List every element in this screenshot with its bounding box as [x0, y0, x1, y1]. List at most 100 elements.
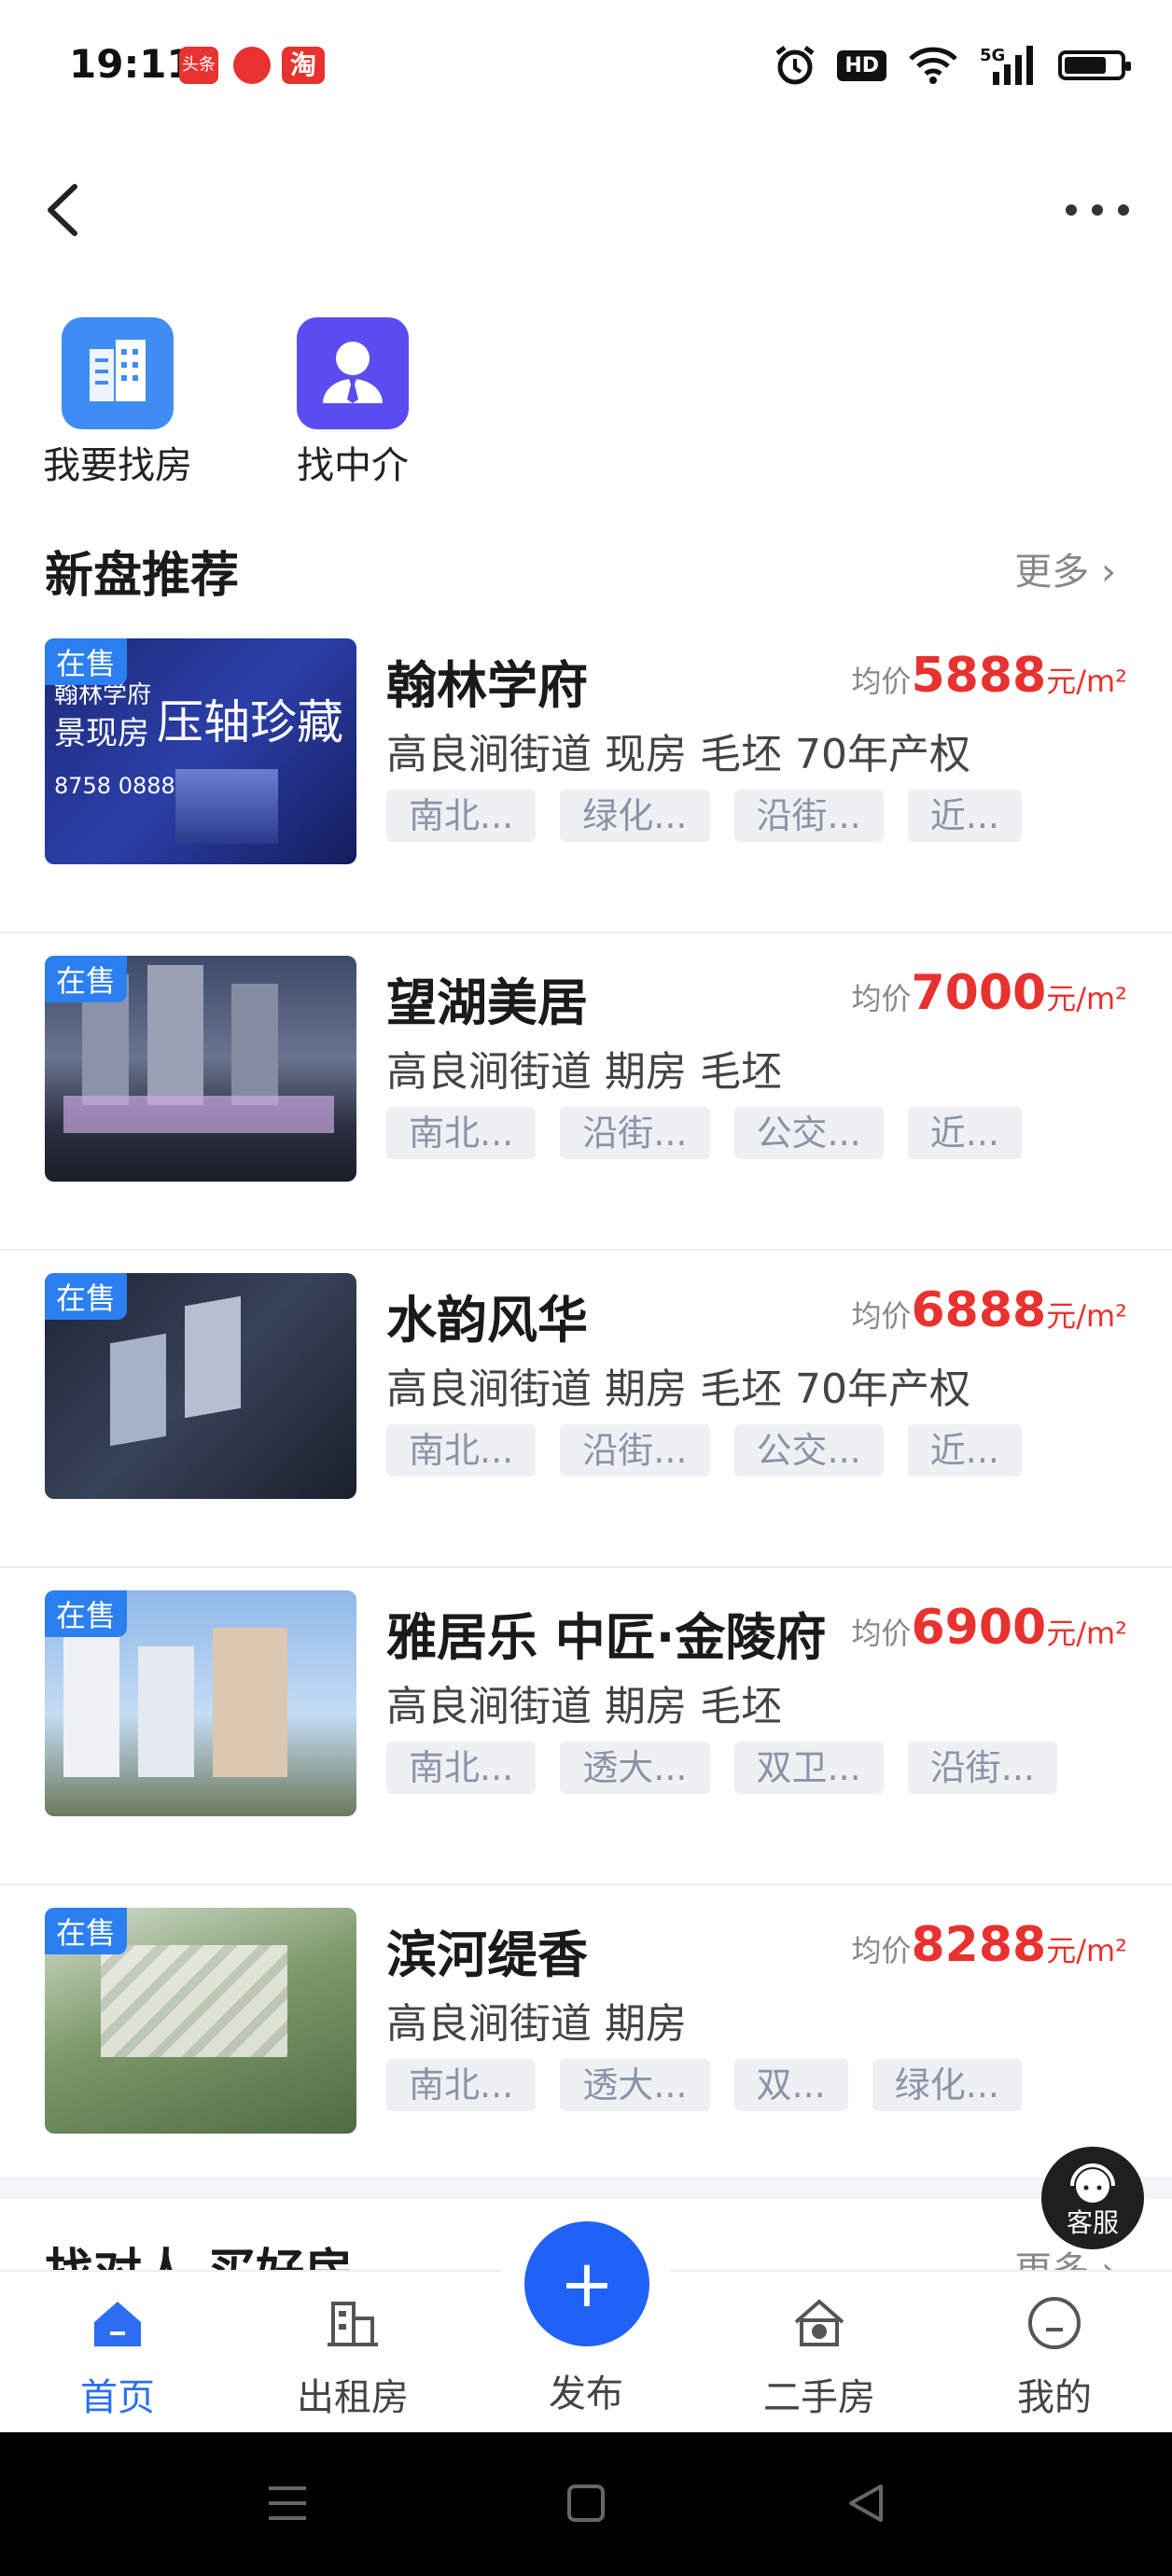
listing-meta: 高良涧街道 期房 毛坯 [386, 1048, 782, 1096]
quick-find-house[interactable]: 我要找房 [34, 317, 202, 489]
listing-tag: 沿街... [907, 1742, 1057, 1794]
system-nav-bar [0, 2432, 1172, 2576]
hd-icon: HD [837, 49, 886, 81]
listing-card[interactable]: 在售 望湖美居 均价7000元/m² 高良涧街道 期房 毛坯 南北... 沿街.… [0, 933, 1172, 1251]
status-icons: HD 5G [774, 37, 1131, 93]
taobao-app-icon: 淘 [282, 47, 325, 84]
profile-icon [1028, 2297, 1081, 2349]
listing-card[interactable]: 在售 雅居乐 中匠·金陵府 均价6900元/m² 高良涧街道 期房 毛坯 南北.… [0, 1568, 1172, 1885]
listing-tag: 绿化... [560, 790, 710, 842]
listing-tag: 公交... [733, 1107, 884, 1159]
listing-price: 均价8288元/m² [851, 1917, 1127, 1973]
price-value: 8288 [911, 1917, 1047, 1973]
tab-home[interactable]: 首页 [15, 2290, 220, 2421]
tab-rent[interactable]: 出租房 [250, 2290, 455, 2421]
tab-second-hand-label: 二手房 [763, 2376, 875, 2419]
home-square-icon[interactable] [558, 2475, 614, 2531]
listing-tag: 近... [907, 1107, 1022, 1159]
listing-card[interactable]: 在售 水韵风华 均价6888元/m² 高良涧街道 期房 毛坯 70年产权 南北.… [0, 1251, 1172, 1568]
customer-service-label: 客服 [1066, 2207, 1119, 2238]
status-time: 19:11 [69, 41, 194, 87]
listing-tag: 透大... [560, 2059, 710, 2111]
price-value: 5888 [911, 648, 1047, 704]
listing-meta: 高良涧街道 期房 [386, 2000, 687, 2048]
price-value: 6888 [911, 1282, 1047, 1338]
alarm-icon [775, 46, 815, 85]
price-label: 均价 [851, 1298, 912, 1334]
tab-home-label: 首页 [80, 2376, 155, 2419]
price-label: 均价 [851, 1616, 912, 1651]
back-chevron-icon[interactable] [37, 168, 93, 252]
listing-tags: 南北... 透大... 双卫... 沿街... [386, 1742, 1057, 1794]
section-title: 新盘推荐 [45, 548, 240, 604]
more-dots-icon[interactable] [1060, 187, 1135, 233]
listing-meta: 高良涧街道 期房 毛坯 [386, 1683, 782, 1730]
listing-tag: 近... [907, 790, 1022, 842]
on-sale-tag: 在售 [45, 1590, 128, 1637]
banner-slogan: 压轴珍藏 [157, 695, 343, 749]
listing-tag: 绿化... [872, 2059, 1022, 2111]
tab-rent-label: 出租房 [297, 2376, 409, 2419]
price-value: 7000 [911, 965, 1047, 1021]
quick-find-house-label: 我要找房 [43, 444, 192, 487]
listing-name: 水韵风华 [386, 1291, 588, 1350]
agent-icon [297, 317, 409, 429]
listing-tag: 透大... [560, 1742, 710, 1794]
tab-second-hand[interactable]: 二手房 [717, 2290, 922, 2421]
quick-find-agent-label: 找中介 [297, 444, 409, 487]
listing-name: 翰林学府 [386, 656, 588, 715]
listing-name: 雅居乐 中匠·金陵府 [386, 1608, 827, 1667]
listing-tag: 南北... [386, 2059, 537, 2111]
listing-tag: 南北... [386, 1107, 537, 1159]
listing-tags: 南北... 绿化... 沿街... 近... [386, 790, 1022, 842]
tab-profile[interactable]: 我的 [952, 2290, 1157, 2421]
listing-tag: 双卫... [733, 1742, 884, 1794]
on-sale-tag: 在售 [45, 1908, 128, 1954]
listing-card[interactable]: 在售 滨河缇香 均价8288元/m² 高良涧街道 期房 南北... 透大... … [0, 1885, 1172, 2203]
price-unit: 元/m² [1046, 1933, 1127, 1968]
listing-tag: 双... [733, 2059, 848, 2111]
listing-thumbnail: 在售 [45, 1908, 356, 2134]
section-more-link[interactable]: 更多 › [1014, 541, 1116, 595]
back-triangle-icon[interactable] [838, 2475, 894, 2531]
listing-thumbnail: 在售 [45, 1590, 356, 1816]
price-unit: 元/m² [1046, 664, 1127, 699]
price-label: 均价 [851, 1933, 912, 1968]
toutiao-app-icon: 头条 [179, 47, 218, 84]
listing-thumbnail: 翰林学府 景现房 压轴珍藏 8758 0888 在售 [45, 638, 356, 864]
listing-thumbnail: 在售 [45, 956, 356, 1182]
section-more-label: 更多 [1014, 551, 1090, 594]
listing-tags: 南北... 沿街... 公交... 近... [386, 1424, 1022, 1477]
svg-text:5G: 5G [980, 46, 1005, 65]
listing-tag: 南北... [386, 1742, 537, 1794]
listing-tags: 南北... 沿街... 公交... 近... [386, 1107, 1022, 1159]
publish-button[interactable]: + [524, 2221, 649, 2346]
listing-price: 均价5888元/m² [851, 648, 1127, 704]
banner-phone: 8758 0888 [54, 773, 175, 799]
listing-thumbnail: 在售 [45, 1273, 356, 1499]
listing-tag: 公交... [733, 1424, 884, 1477]
listing-tag: 南北... [386, 1424, 537, 1477]
listing-card[interactable]: 翰林学府 景现房 压轴珍藏 8758 0888 在售 翰林学府 均价5888元/… [0, 616, 1172, 933]
status-bar: 19:11 头条 淘 HD 5G [0, 0, 1172, 131]
banner-line2: 景现房 [54, 715, 149, 752]
price-value: 6900 [911, 1600, 1047, 1656]
building-icon [62, 317, 174, 429]
quick-find-agent[interactable]: 找中介 [269, 317, 437, 489]
listing-meta: 高良涧街道 期房 毛坯 70年产权 [386, 1365, 970, 1413]
second-hand-house-icon [794, 2299, 844, 2346]
customer-service-button[interactable]: 客服 [1041, 2147, 1144, 2249]
menu-icon[interactable] [259, 2475, 315, 2531]
plus-icon: + [559, 2246, 615, 2322]
listing-meta: 高良涧街道 现房 毛坯 70年产权 [386, 731, 970, 778]
section-gap [0, 2177, 1172, 2199]
listing-tag: 沿街... [733, 790, 884, 842]
video-app-icon [233, 47, 271, 84]
on-sale-tag: 在售 [45, 956, 128, 1002]
listing-price: 均价6888元/m² [851, 1282, 1127, 1338]
chevron-right-icon: › [1101, 551, 1116, 594]
top-nav [0, 168, 1172, 252]
tab-profile-label: 我的 [1017, 2376, 1092, 2419]
listing-tags: 南北... 透大... 双... 绿化... [386, 2059, 1022, 2111]
on-sale-tag: 在售 [45, 1273, 128, 1320]
